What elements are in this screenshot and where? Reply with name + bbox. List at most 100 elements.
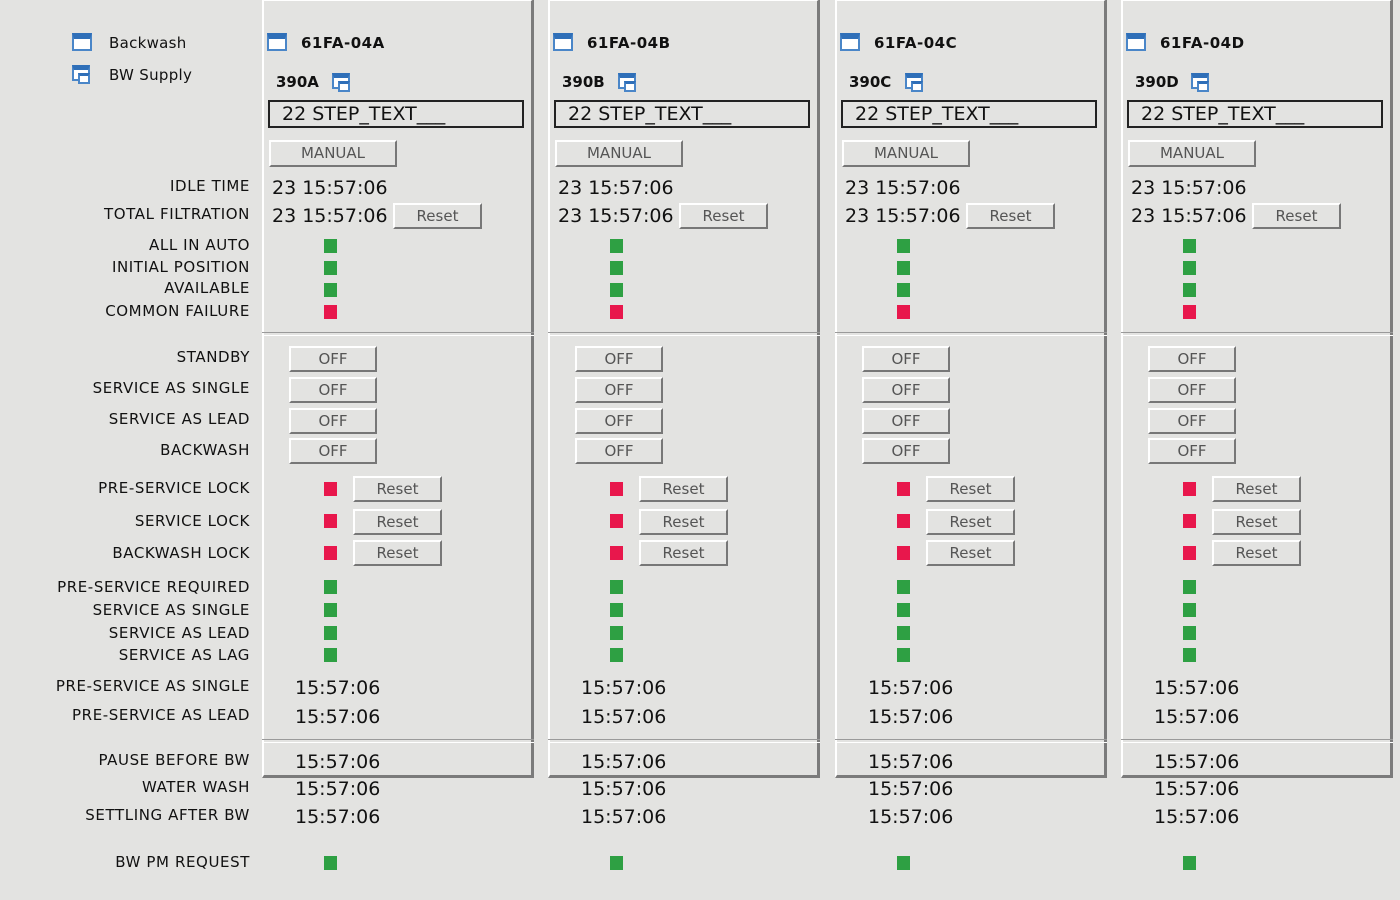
pre-service-lock-indicator <box>897 482 910 496</box>
service-lock-reset-button[interactable]: Reset <box>1212 509 1301 535</box>
label-req-service-as-lead: SERVICE AS LEAD <box>108 624 250 642</box>
bw-pm-request-indicator <box>897 856 910 870</box>
bw-pm-request-indicator <box>1183 856 1196 870</box>
water-wash-time: 15:57:06 <box>581 778 667 800</box>
service-lock-reset-button[interactable]: Reset <box>639 509 728 535</box>
step-text-display: 22 STEP_TEXT___ <box>841 100 1097 128</box>
section-divider <box>548 332 820 336</box>
settling-after-bw-time: 15:57:06 <box>1154 806 1240 828</box>
service-lock-reset-button[interactable]: Reset <box>926 509 1015 535</box>
label-common-failure: COMMON FAILURE <box>105 302 250 320</box>
label-idle-time: IDLE TIME <box>170 177 250 195</box>
service-as-lead-toggle[interactable]: OFF <box>575 408 663 434</box>
nav-backwash-link[interactable]: Backwash <box>109 34 187 52</box>
req-service-as-lag-indicator <box>897 648 910 662</box>
water-wash-time: 15:57:06 <box>868 778 954 800</box>
service-lock-indicator <box>324 514 337 528</box>
total-filtration-reset-button[interactable]: Reset <box>393 203 482 229</box>
pre-service-as-lead-time: 15:57:06 <box>1154 706 1240 728</box>
label-total-filtration: TOTAL FILTRATION <box>104 205 250 223</box>
mode-manual-button[interactable]: MANUAL <box>842 140 970 167</box>
available-indicator <box>1183 283 1196 297</box>
pre-service-lock-reset-button[interactable]: Reset <box>353 476 442 502</box>
common-failure-indicator <box>897 305 910 319</box>
total-filtration-value: 23 15:57:06 <box>558 205 674 227</box>
backwash-lock-reset-button[interactable]: Reset <box>926 540 1015 566</box>
water-wash-time: 15:57:06 <box>1154 778 1240 800</box>
label-initial-position: INITIAL POSITION <box>111 258 250 276</box>
backwash-toggle[interactable]: OFF <box>1148 438 1236 464</box>
window-icon[interactable] <box>72 33 92 51</box>
standby-toggle[interactable]: OFF <box>862 346 950 372</box>
backwash-lock-reset-button[interactable]: Reset <box>639 540 728 566</box>
pre-service-required-indicator <box>324 580 337 594</box>
mode-manual-button[interactable]: MANUAL <box>555 140 683 167</box>
service-as-single-toggle[interactable]: OFF <box>1148 377 1236 403</box>
total-filtration-value: 23 15:57:06 <box>272 205 388 227</box>
label-backwash: BACKWASH <box>160 441 250 459</box>
total-filtration-reset-button[interactable]: Reset <box>966 203 1055 229</box>
pre-service-lock-reset-button[interactable]: Reset <box>639 476 728 502</box>
backwash-toggle[interactable]: OFF <box>575 438 663 464</box>
backwash-lock-reset-button[interactable]: Reset <box>1212 540 1301 566</box>
total-filtration-reset-button[interactable]: Reset <box>679 203 768 229</box>
available-indicator <box>324 283 337 297</box>
mode-manual-button[interactable]: MANUAL <box>269 140 397 167</box>
label-standby: STANDBY <box>176 348 250 366</box>
bw-pm-request-indicator <box>324 856 337 870</box>
filter-id: 390B <box>562 73 605 91</box>
req-service-as-lead-indicator <box>897 626 910 640</box>
section-divider <box>262 739 534 743</box>
window-stack-icon[interactable] <box>905 73 923 92</box>
service-lock-reset-button[interactable]: Reset <box>353 509 442 535</box>
window-stack-icon[interactable] <box>332 73 350 92</box>
pre-service-lock-reset-button[interactable]: Reset <box>1212 476 1301 502</box>
pre-service-required-indicator <box>1183 580 1196 594</box>
service-as-lead-toggle[interactable]: OFF <box>1148 408 1236 434</box>
available-indicator <box>610 283 623 297</box>
standby-toggle[interactable]: OFF <box>575 346 663 372</box>
pause-before-bw-time: 15:57:06 <box>868 751 954 773</box>
all-in-auto-indicator <box>610 239 623 253</box>
backwash-toggle[interactable]: OFF <box>289 438 377 464</box>
mode-manual-button[interactable]: MANUAL <box>1128 140 1256 167</box>
section-divider <box>1121 739 1393 743</box>
step-text-display: 22 STEP_TEXT___ <box>268 100 524 128</box>
req-service-as-lead-indicator <box>324 626 337 640</box>
section-divider <box>835 332 1107 336</box>
label-pause-before-bw: PAUSE BEFORE BW <box>98 751 250 769</box>
standby-toggle[interactable]: OFF <box>289 346 377 372</box>
label-req-service-as-lag: SERVICE AS LAG <box>118 646 250 664</box>
service-as-single-toggle[interactable]: OFF <box>575 377 663 403</box>
service-as-single-toggle[interactable]: OFF <box>862 377 950 403</box>
req-service-as-lag-indicator <box>610 648 623 662</box>
service-as-lead-toggle[interactable]: OFF <box>289 408 377 434</box>
req-service-as-single-indicator <box>324 603 337 617</box>
pre-service-as-single-time: 15:57:06 <box>581 677 667 699</box>
filter-id: 390D <box>1135 73 1179 91</box>
window-stack-icon[interactable] <box>1191 73 1209 92</box>
service-lock-indicator <box>610 514 623 528</box>
total-filtration-reset-button[interactable]: Reset <box>1252 203 1341 229</box>
all-in-auto-indicator <box>1183 239 1196 253</box>
step-text-display: 22 STEP_TEXT___ <box>554 100 810 128</box>
service-as-single-toggle[interactable]: OFF <box>289 377 377 403</box>
backwash-lock-reset-button[interactable]: Reset <box>353 540 442 566</box>
label-pre-service-lock: PRE-SERVICE LOCK <box>98 479 250 497</box>
service-lock-indicator <box>1183 514 1196 528</box>
pre-service-lock-indicator <box>1183 482 1196 496</box>
pre-service-lock-reset-button[interactable]: Reset <box>926 476 1015 502</box>
backwash-lock-indicator <box>897 546 910 560</box>
standby-toggle[interactable]: OFF <box>1148 346 1236 372</box>
pre-service-as-lead-time: 15:57:06 <box>295 706 381 728</box>
settling-after-bw-time: 15:57:06 <box>581 806 667 828</box>
backwash-toggle[interactable]: OFF <box>862 438 950 464</box>
service-as-lead-toggle[interactable]: OFF <box>862 408 950 434</box>
nav-bw-supply-link[interactable]: BW Supply <box>109 66 192 84</box>
idle-time-value: 23 15:57:06 <box>558 177 674 199</box>
window-stack-icon[interactable] <box>618 73 636 92</box>
label-service-as-lead: SERVICE AS LEAD <box>108 410 250 428</box>
window-stack-icon[interactable] <box>72 65 90 84</box>
water-wash-time: 15:57:06 <box>295 778 381 800</box>
total-filtration-value: 23 15:57:06 <box>1131 205 1247 227</box>
